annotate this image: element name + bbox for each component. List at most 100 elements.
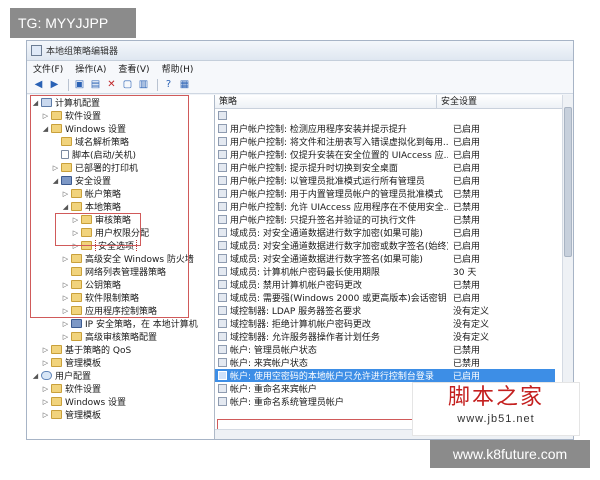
expander-icon[interactable]: ▷ [61, 294, 70, 302]
expander-icon[interactable]: ▷ [61, 333, 70, 341]
expander-icon[interactable]: ▷ [61, 190, 70, 198]
policy-row[interactable]: 用户帐户控制: 将文件和注册表写入错误虚拟化到每用... 已启用 [215, 135, 555, 148]
back-arrow-icon[interactable]: ◀ [32, 78, 45, 91]
policy-row[interactable]: 帐户: 来宾帐户状态 已禁用 [215, 356, 555, 369]
tree-item[interactable]: ▷ 管理模板 [27, 408, 214, 421]
policy-icon [218, 293, 227, 302]
expander-icon[interactable]: ▷ [71, 229, 80, 237]
expander-icon[interactable]: ▷ [61, 307, 70, 315]
tree-item[interactable]: ▷ 软件设置 [27, 109, 214, 122]
tree-item[interactable]: ▷ 已部署的打印机 [27, 161, 214, 174]
policy-row[interactable]: 域控制器: 允许服务器操作者计划任务 没有定义 [215, 330, 555, 343]
expander-icon[interactable]: ◢ [61, 203, 70, 211]
policy-row[interactable]: 帐户: 管理员帐户状态 已禁用 [215, 343, 555, 356]
tree-item[interactable]: ◢ 计算机配置 [27, 96, 214, 109]
tree-item[interactable]: ▷ 帐户策略 [27, 187, 214, 200]
expander-icon[interactable]: ▷ [41, 398, 50, 406]
expander-icon[interactable]: ▷ [41, 359, 50, 367]
console-tree: ◢ 计算机配置 ▷ 软件设置 ◢ Windows 设置 域名解析策略 脚本(启动/关机) ▷ 已部… [27, 95, 214, 421]
tree-item-label: IP 安全策略，在 本地计算机 [85, 320, 198, 330]
tree-item[interactable]: ◢ 安全设置 [27, 174, 214, 187]
tree-item[interactable]: ▷ IP 安全策略，在 本地计算机 [27, 317, 214, 330]
help-icon[interactable]: ? [162, 78, 175, 91]
policy-row[interactable]: 域成员: 对安全通道数据进行数字加密或数字签名(始终) 已启用 [215, 239, 555, 252]
up-folder-icon[interactable]: ▣ [73, 78, 86, 91]
tree-item[interactable]: 网络列表管理器策略 [27, 265, 214, 278]
policy-name: 帐户: 来宾帐户状态 [230, 359, 308, 369]
policy-row[interactable]: 用户帐户控制: 仅提升安装在安全位置的 UIAccess 应... 已启用 [215, 148, 555, 161]
expander-icon[interactable]: ▷ [41, 385, 50, 393]
policy-setting: 已启用 [453, 151, 481, 161]
expander-icon[interactable]: ▷ [71, 242, 80, 250]
column-policy[interactable]: 策略 [215, 95, 437, 108]
policy-row[interactable]: 域成员: 需要强(Windows 2000 或更高版本)会话密钥 已启用 [215, 291, 555, 304]
tree-item[interactable]: ◢ Windows 设置 [27, 122, 214, 135]
tree-item[interactable]: ▷ 管理模板 [27, 356, 214, 369]
policy-row[interactable]: 域成员: 对安全通道数据进行数字签名(如果可能) 已启用 [215, 252, 555, 265]
tree-item[interactable]: ▷ 软件限制策略 [27, 291, 214, 304]
expander-icon[interactable]: ◢ [51, 177, 60, 185]
tree-item[interactable]: ▷ 公钥策略 [27, 278, 214, 291]
properties-icon[interactable]: ▢ [121, 78, 134, 91]
menu-help[interactable]: 帮助(H) [162, 62, 194, 75]
expander-icon[interactable]: ▷ [61, 320, 70, 328]
policy-row[interactable]: 用户帐户控制: 提示提升时切换到安全桌面 已启用 [215, 161, 555, 174]
column-header: 策略 安全设置 [215, 95, 573, 109]
tree-item[interactable]: ▷ 基于策略的 QoS [27, 343, 214, 356]
policy-icon [218, 228, 227, 237]
tree-item[interactable]: 域名解析策略 [27, 135, 214, 148]
policy-row[interactable]: 用户帐户控制: 以管理员批准模式运行所有管理员 已启用 [215, 174, 555, 187]
expander-icon[interactable]: ◢ [41, 125, 50, 133]
policy-row[interactable]: 域成员: 计算机帐户密码最长使用期限 30 天 [215, 265, 555, 278]
tree-item[interactable]: ▷ 安全选项 [27, 239, 214, 252]
tree-item[interactable]: 脚本(启动/关机) [27, 148, 214, 161]
delete-icon[interactable]: ✕ [105, 78, 118, 91]
policy-row[interactable]: 域成员: 对安全通道数据进行数字加密(如果可能) 已启用 [215, 226, 555, 239]
policy-row[interactable]: 域控制器: LDAP 服务器签名要求 没有定义 [215, 304, 555, 317]
policy-row[interactable]: 用户帐户控制: 检测应用程序安装并提示提升 已启用 [215, 122, 555, 135]
tree-item[interactable]: ▷ 应用程序控制策略 [27, 304, 214, 317]
policy-setting: 没有定义 [453, 307, 490, 317]
view-icon[interactable]: ▦ [178, 78, 191, 91]
expander-icon[interactable]: ▷ [51, 164, 60, 172]
policy-row[interactable]: 用户帐户控制: 允许 UIAccess 应用程序在不使用安全... 已禁用 [215, 200, 555, 213]
policy-setting: 已禁用 [453, 203, 481, 213]
title-bar: 本地组策略编辑器 [27, 41, 573, 61]
show-hide-tree-icon[interactable]: ▤ [89, 78, 102, 91]
expander-icon[interactable]: ◢ [31, 372, 40, 380]
tree-item[interactable]: ▷ 软件设置 [27, 382, 214, 395]
expander-icon[interactable]: ▷ [71, 216, 80, 224]
tree-item-label: 域名解析策略 [75, 138, 130, 148]
column-security-setting[interactable]: 安全设置 [437, 95, 515, 108]
tree-item[interactable]: ▷ Windows 设置 [27, 395, 214, 408]
tree-item[interactable]: ▷ 高级安全 Windows 防火墙 [27, 252, 214, 265]
menu-view[interactable]: 查看(V) [118, 62, 149, 75]
expander-icon[interactable]: ▷ [61, 255, 70, 263]
tree-item[interactable]: ▷ 高级审核策略配置 [27, 330, 214, 343]
policy-row[interactable]: 帐户: 使用空密码的本地帐户只允许进行控制台登录 已启用 [215, 369, 555, 382]
policy-row[interactable]: 用户帐户控制: 用于内置管理员帐户的管理员批准模式 已禁用 [215, 187, 555, 200]
shield-icon [71, 319, 82, 328]
folder-icon [51, 358, 62, 367]
export-list-icon[interactable]: ▥ [137, 78, 150, 91]
tree-item[interactable]: ▷ 审核策略 [27, 213, 214, 226]
tree-item[interactable]: ◢ 用户配置 [27, 369, 214, 382]
policy-row[interactable]: 域成员: 禁用计算机帐户密码更改 已禁用 [215, 278, 555, 291]
forward-arrow-icon[interactable]: ▶ [48, 78, 61, 91]
scrollbar-thumb[interactable] [564, 107, 572, 257]
policy-name: 用户帐户控制: 用于内置管理员帐户的管理员批准模式 [230, 190, 443, 200]
expander-icon[interactable]: ▷ [41, 346, 50, 354]
expander-icon[interactable]: ▷ [41, 411, 50, 419]
tree-item[interactable]: ▷ 用户权限分配 [27, 226, 214, 239]
expander-icon[interactable]: ◢ [31, 99, 40, 107]
policy-row[interactable]: 域控制器: 拒绝计算机帐户密码更改 没有定义 [215, 317, 555, 330]
policy-row[interactable]: 用户帐户控制: 只提升签名并验证的可执行文件 已禁用 [215, 213, 555, 226]
menu-file[interactable]: 文件(F) [33, 62, 63, 75]
expander-icon[interactable]: ▷ [61, 281, 70, 289]
tree-item-label: 脚本(启动/关机) [72, 151, 137, 161]
policy-name: 帐户: 使用空密码的本地帐户只允许进行控制台登录 [230, 372, 434, 382]
tree-item[interactable]: ◢ 本地策略 [27, 200, 214, 213]
expander-icon[interactable]: ▷ [41, 112, 50, 120]
policy-row[interactable] [215, 109, 555, 122]
menu-action[interactable]: 操作(A) [75, 62, 106, 75]
